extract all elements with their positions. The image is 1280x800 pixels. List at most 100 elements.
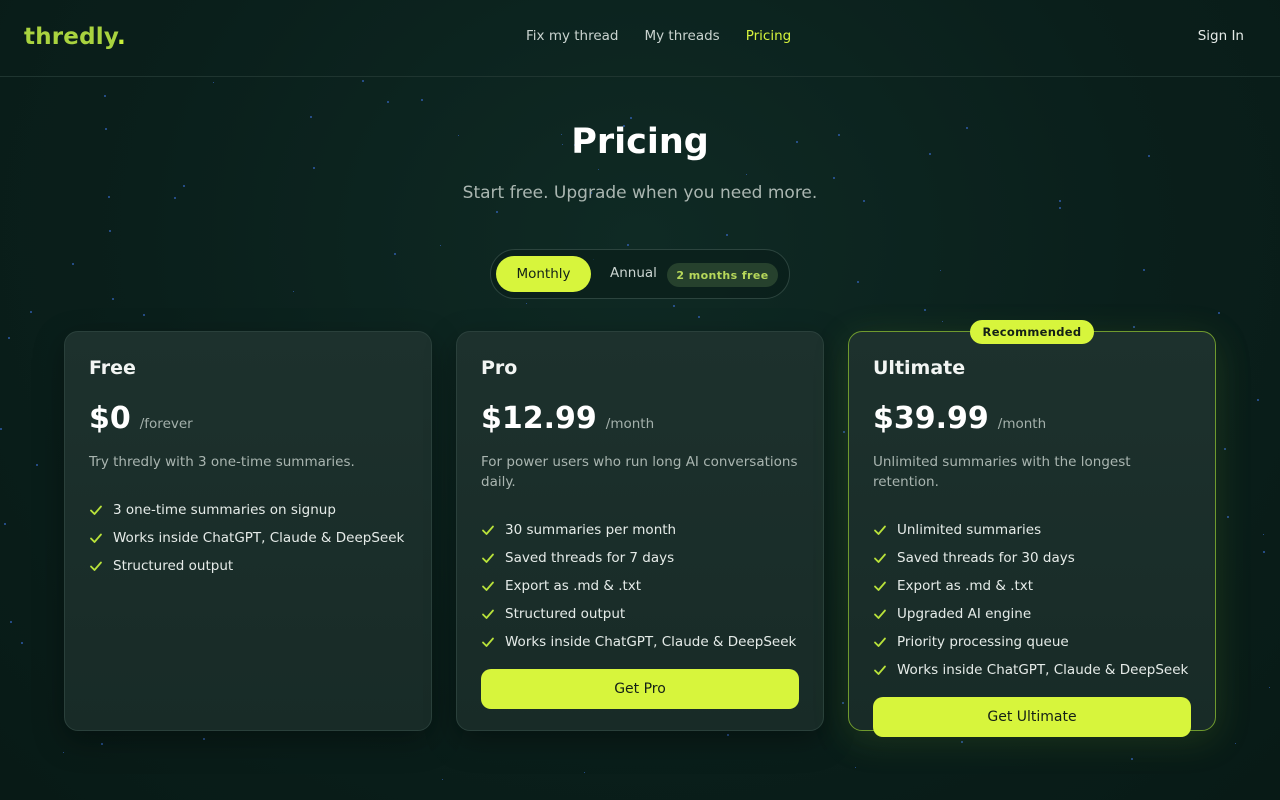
star-dot [627, 244, 629, 246]
star-dot [1269, 687, 1270, 688]
star-dot [1131, 758, 1133, 760]
billing-period-toggle: Monthly Annual 2 months free [490, 249, 790, 299]
main-nav: Fix my thread My threads Pricing [526, 28, 791, 44]
star-dot [203, 738, 205, 740]
feature-item: Unlimited summaries [873, 516, 1191, 544]
price-row: $12.99 /month [481, 401, 799, 436]
star-dot [526, 303, 527, 304]
plan-period: /forever [139, 416, 193, 432]
plan-period: /month [605, 416, 655, 432]
star-dot [924, 309, 926, 311]
check-icon [90, 505, 102, 515]
check-icon [90, 561, 102, 571]
annual-option[interactable]: Annual [610, 265, 657, 281]
monthly-option[interactable]: Monthly [496, 256, 591, 292]
star-dot [1263, 551, 1265, 553]
star-dot [842, 702, 844, 704]
star-dot [143, 314, 145, 316]
check-icon [482, 581, 494, 591]
plan-card-pro: Pro $12.99 /month For power users who ru… [456, 331, 824, 731]
thredly-logo[interactable]: thredly. [24, 24, 126, 50]
plan-price: $39.99 [873, 401, 989, 436]
star-dot [1235, 743, 1236, 744]
star-dot [857, 281, 859, 283]
star-dot [833, 177, 835, 179]
nav-pricing[interactable]: Pricing [746, 28, 792, 44]
star-dot [1257, 399, 1259, 401]
plan-period: /month [997, 416, 1047, 432]
plan-description: Try thredly with 3 one-time summaries. [89, 454, 355, 470]
star-dot [1059, 207, 1061, 209]
check-icon [874, 553, 886, 563]
check-icon [90, 533, 102, 543]
feature-item: Works inside ChatGPT, Claude & DeepSeek [481, 628, 799, 656]
check-icon [874, 637, 886, 647]
star-dot [1143, 269, 1145, 271]
star-dot [1133, 326, 1135, 328]
check-icon [482, 525, 494, 535]
star-dot [942, 321, 943, 322]
nav-my-threads[interactable]: My threads [645, 28, 720, 44]
star-dot [598, 169, 599, 170]
recommended-badge: Recommended [970, 320, 1094, 344]
star-dot [213, 82, 214, 83]
feature-item: 30 summaries per month [481, 516, 799, 544]
star-dot [387, 101, 389, 103]
star-dot [1227, 516, 1229, 518]
star-dot [112, 298, 114, 300]
plan-card-ultimate: Ultimate $39.99 /month Unlimited summari… [848, 331, 1216, 737]
star-dot [726, 234, 728, 236]
star-dot [440, 245, 441, 246]
star-dot [746, 174, 747, 175]
star-dot [961, 741, 963, 743]
star-dot [109, 230, 111, 232]
feature-item: Saved threads for 30 days [873, 544, 1191, 572]
star-dot [727, 734, 729, 736]
star-dot [36, 464, 38, 466]
feature-item: Saved threads for 7 days [481, 544, 799, 572]
get-pro-button[interactable]: Get Pro [481, 669, 799, 709]
check-icon [874, 665, 886, 675]
star-dot [21, 642, 23, 644]
plan-name: Ultimate [873, 357, 966, 379]
page-title: Pricing [571, 122, 709, 162]
check-icon [482, 553, 494, 563]
star-dot [630, 117, 632, 119]
plan-card-free: Free $0 /forever Try thredly with 3 one-… [64, 331, 432, 731]
star-dot [104, 95, 106, 97]
feature-list: Unlimited summaries Saved threads for 30… [873, 516, 1191, 684]
check-icon [874, 525, 886, 535]
star-dot [362, 80, 364, 82]
plan-description: Unlimited summaries with the longest ret… [873, 454, 1131, 490]
star-dot [1263, 534, 1264, 535]
star-dot [10, 621, 12, 623]
star-dot [673, 305, 675, 307]
feature-item: Upgraded AI engine [873, 600, 1191, 628]
feature-list: 3 one-time summaries on signup Works ins… [89, 496, 407, 580]
plan-price: $0 [89, 401, 131, 436]
star-dot [421, 99, 423, 101]
star-dot [101, 743, 103, 745]
top-nav-bar: thredly. Fix my thread My threads Pricin… [0, 0, 1280, 77]
plan-name: Free [89, 357, 136, 379]
get-ultimate-button[interactable]: Get Ultimate [873, 697, 1191, 737]
star-dot [584, 772, 585, 773]
star-dot [1218, 312, 1220, 314]
price-row: $0 /forever [89, 401, 407, 436]
star-dot [496, 211, 498, 213]
star-dot [313, 167, 315, 169]
nav-fix-my-thread[interactable]: Fix my thread [526, 28, 619, 44]
sign-in-link[interactable]: Sign In [1198, 28, 1244, 44]
check-icon [874, 581, 886, 591]
check-icon [874, 609, 886, 619]
feature-item: Structured output [89, 552, 407, 580]
annual-discount-badge: 2 months free [667, 263, 778, 287]
star-dot [293, 291, 294, 292]
star-dot [72, 263, 74, 265]
star-dot [394, 253, 396, 255]
check-icon [482, 609, 494, 619]
star-dot [698, 316, 700, 318]
feature-item: Structured output [481, 600, 799, 628]
star-dot [855, 767, 856, 768]
star-dot [30, 311, 32, 313]
